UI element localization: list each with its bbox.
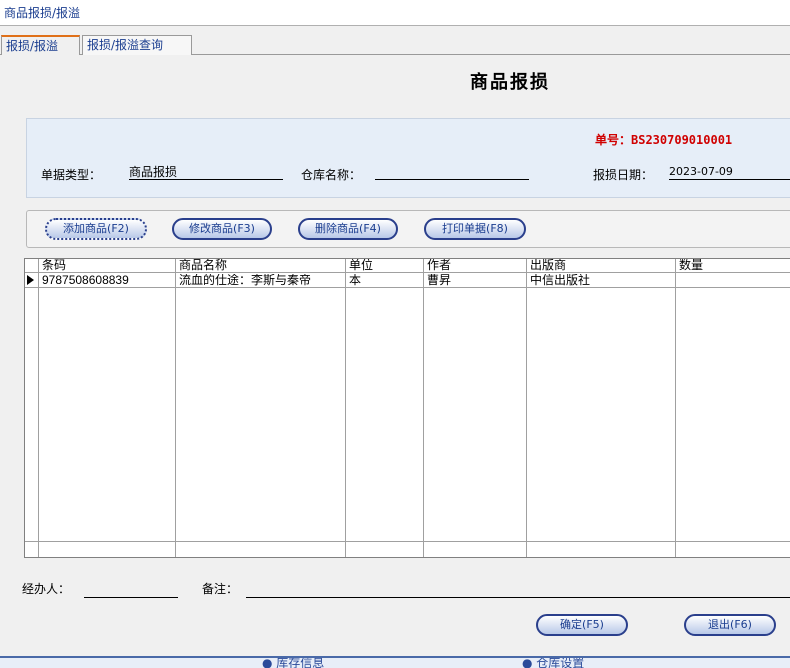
status-inventory-info[interactable]: ● 库存信息	[262, 658, 324, 668]
edit-item-button[interactable]: 修改商品(F3)	[172, 218, 272, 240]
warehouse-field[interactable]	[375, 164, 529, 180]
table-row[interactable]: 9787508608839 流血的仕途：李斯与秦帝 本 曹昇 中信出版社 1	[25, 274, 790, 288]
column-header-quantity[interactable]: 数量	[677, 259, 790, 273]
delete-item-button[interactable]: 删除商品(F4)	[298, 218, 398, 240]
remark-field[interactable]	[246, 584, 790, 598]
column-header-unit[interactable]: 单位	[347, 259, 421, 273]
column-header-author[interactable]: 作者	[425, 259, 524, 273]
item-toolbar: 添加商品(F2) 修改商品(F3) 删除商品(F4) 打印单据(F8)	[26, 210, 790, 248]
status-warehouse-settings[interactable]: ● 仓库设置	[522, 658, 584, 668]
loss-date-field[interactable]: 2023-07-09	[669, 164, 790, 180]
print-document-button[interactable]: 打印单据(F8)	[424, 218, 526, 240]
items-grid[interactable]: 条码 商品名称 单位 作者 出版商 数量 9787508608839 流血的仕途…	[24, 258, 790, 558]
grid-summary-row: 1	[25, 541, 790, 557]
cell-publisher[interactable]: 中信出版社	[528, 274, 673, 288]
handler-field[interactable]	[84, 584, 178, 598]
window-title: 商品报损/报溢	[0, 0, 790, 26]
current-row-indicator-icon	[27, 275, 34, 285]
status-bar: ● 库存信息 ● 仓库设置	[0, 656, 790, 668]
handler-label: 经办人：	[22, 582, 71, 596]
cell-author[interactable]: 曹昇	[425, 274, 524, 288]
warehouse-label: 仓库名称：	[301, 168, 362, 182]
tab-loss-overflow-query[interactable]: 报损/报溢查询	[82, 35, 192, 55]
document-header: 单号：BS230709010001 单据类型： 商品报损 仓库名称： 报损日期：…	[26, 118, 790, 198]
cell-quantity[interactable]: 1	[677, 274, 790, 288]
tab-loss-overflow[interactable]: 报损/报溢	[1, 35, 80, 55]
cell-name[interactable]: 流血的仕途：李斯与秦帝	[177, 274, 343, 288]
doc-type-field[interactable]: 商品报损	[129, 164, 283, 180]
add-item-button[interactable]: 添加商品(F2)	[45, 218, 147, 240]
grid-header-row: 条码 商品名称 单位 作者 出版商 数量	[25, 259, 790, 273]
remark-label: 备注：	[202, 582, 239, 596]
column-header-barcode[interactable]: 条码	[40, 259, 174, 273]
tab-strip: 报损/报溢 报损/报溢查询	[0, 35, 790, 55]
exit-button[interactable]: 退出(F6)	[684, 614, 776, 636]
doc-type-label: 单据类型：	[41, 168, 102, 182]
order-number: 单号：BS230709010001	[595, 133, 733, 147]
column-header-name[interactable]: 商品名称	[177, 259, 343, 273]
column-header-publisher[interactable]: 出版商	[528, 259, 673, 273]
total-quantity: 1	[677, 543, 790, 557]
page-title: 商品报损	[470, 72, 550, 93]
loss-date-label: 报损日期：	[593, 168, 654, 182]
cell-unit[interactable]: 本	[347, 274, 421, 288]
cell-barcode[interactable]: 9787508608839	[40, 274, 174, 288]
confirm-button[interactable]: 确定(F5)	[536, 614, 628, 636]
